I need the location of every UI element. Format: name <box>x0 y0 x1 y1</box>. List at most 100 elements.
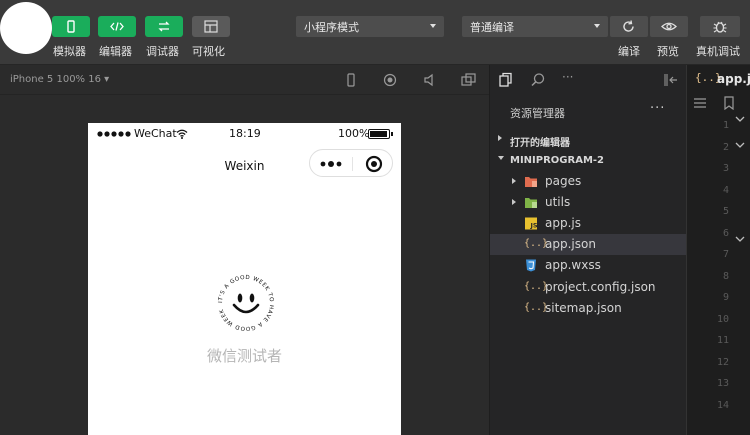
tree-item-project-config[interactable]: {..} project.config.json <box>490 277 687 298</box>
phone-icon[interactable] <box>345 73 357 87</box>
tree-item-app-js[interactable]: JS app.js <box>490 213 687 234</box>
compile-label: 编译 <box>618 45 640 58</box>
tree-item-utils[interactable]: utils <box>490 192 687 213</box>
tree-item-sitemap[interactable]: {..} sitemap.json <box>490 298 687 319</box>
more-menu-icon[interactable] <box>320 160 342 168</box>
signal-icon <box>97 131 131 137</box>
user-avatar[interactable] <box>0 2 52 54</box>
code-editor[interactable]: {..} app.json 1234567891011121314 <box>686 65 750 435</box>
folder-pages-icon <box>525 177 537 187</box>
js-file-icon: JS <box>525 217 538 230</box>
line-number: 12 <box>716 356 729 368</box>
project-section[interactable]: MINIPROGRAM-2 <box>490 151 687 171</box>
fold-chevron-icon[interactable] <box>735 115 745 123</box>
line-number: 4 <box>722 184 729 196</box>
debugger-label: 调试器 <box>146 45 179 58</box>
line-number: 1 <box>722 120 729 131</box>
carrier-name: WeChat <box>134 127 177 140</box>
code-icon <box>110 22 124 31</box>
chevron-right-icon <box>512 178 516 184</box>
chevron-right-icon <box>498 135 502 141</box>
preview-label: 预览 <box>657 45 679 58</box>
phone-screen[interactable]: WeChat 18:19 100% Weixin IT'S A GOOD WEE… <box>88 123 401 435</box>
line-number: 7 <box>722 249 729 260</box>
bug-icon <box>713 21 727 33</box>
explorer-title: 资源管理器 <box>510 107 565 120</box>
visual-toggle-button[interactable] <box>192 16 230 37</box>
tree-item-label: pages <box>545 174 582 188</box>
json-file-icon: {..} <box>524 238 549 249</box>
mode-select-value: 小程序模式 <box>304 21 359 34</box>
files-icon[interactable] <box>498 72 514 88</box>
capsule-menu <box>309 149 393 177</box>
explorer-activity-bar: ··· <box>490 65 687 95</box>
mode-select[interactable]: 小程序模式 <box>296 16 444 37</box>
line-number: 14 <box>716 399 729 411</box>
close-miniprogram-icon[interactable] <box>364 154 384 174</box>
fold-chevron-icon[interactable] <box>735 141 745 149</box>
list-icon[interactable] <box>693 97 707 109</box>
battery-percent: 100% <box>338 127 370 140</box>
debugger-toggle-button[interactable] <box>145 16 183 37</box>
tree-item-label: app.js <box>545 216 581 230</box>
device-select[interactable]: iPhone 5 100% 16 ▾ <box>10 74 109 85</box>
line-number: 6 <box>722 227 729 239</box>
record-icon[interactable] <box>383 73 397 87</box>
capsule-divider <box>352 157 353 171</box>
explorer-panel: ··· 资源管理器 ··· 打开的编辑器 MINIPROGRAM-2 pages <box>489 65 687 435</box>
battery-tip <box>391 132 393 136</box>
tree-item-label: project.config.json <box>545 280 656 294</box>
line-number: 9 <box>722 292 729 303</box>
phone-icon <box>67 20 75 33</box>
editor-tab-app-json[interactable]: {..} app.json <box>687 65 750 93</box>
line-number: 3 <box>722 163 729 174</box>
line-number: 8 <box>722 270 729 282</box>
status-bar: WeChat 18:19 100% <box>88 123 401 145</box>
visual-label: 可视化 <box>192 45 225 58</box>
editor-label: 编辑器 <box>99 45 132 58</box>
explorer-more-icon[interactable]: ··· <box>650 101 665 116</box>
battery-icon <box>368 129 390 139</box>
activity-more-icon[interactable]: ··· <box>562 70 573 84</box>
search-icon[interactable] <box>530 72 546 88</box>
user-nickname: 微信测试者 <box>206 347 282 365</box>
top-toolbar: 模拟器 编辑器 调试器 可视化 小程序模式 普通编译 编译 预览 真机调试 <box>0 0 750 65</box>
compile-button[interactable] <box>610 16 648 37</box>
wechat-devtools-window: 模拟器 编辑器 调试器 可视化 小程序模式 普通编译 编译 预览 真机调试 iP… <box>0 0 750 435</box>
simulator-label: 模拟器 <box>53 45 86 58</box>
json-file-icon: {..} <box>524 281 549 292</box>
folder-utils-icon <box>525 198 537 208</box>
preview-button[interactable] <box>650 16 688 37</box>
detach-window-icon[interactable] <box>461 73 477 87</box>
tree-item-label: app.json <box>545 237 596 251</box>
compile-select[interactable]: 普通编译 <box>462 16 608 37</box>
layout-icon <box>204 20 218 33</box>
line-number: 11 <box>716 335 729 346</box>
remote-debug-label: 真机调试 <box>696 45 740 58</box>
editor-toggle-button[interactable] <box>98 16 136 37</box>
chevron-right-icon <box>512 199 516 205</box>
status-time: 18:19 <box>229 127 261 140</box>
line-number: 13 <box>716 378 729 389</box>
tree-item-label: app.wxss <box>545 258 601 272</box>
compile-select-value: 普通编译 <box>470 21 514 34</box>
simulator-toggle-button[interactable] <box>52 16 90 37</box>
tree-item-app-wxss[interactable]: app.wxss <box>490 255 687 276</box>
chevron-down-icon <box>594 24 600 28</box>
open-editors-label: 打开的编辑器 <box>510 138 570 149</box>
wifi-icon <box>176 129 188 139</box>
tree-item-app-json[interactable]: {..} app.json <box>490 234 687 255</box>
chevron-down-icon <box>498 156 504 160</box>
eye-icon <box>661 22 677 31</box>
volume-icon[interactable] <box>423 73 437 87</box>
debug-icon <box>158 21 170 32</box>
remote-debug-button[interactable] <box>700 16 740 37</box>
line-number: 2 <box>722 141 729 153</box>
tree-item-label: sitemap.json <box>545 301 622 315</box>
open-editors-section[interactable]: 打开的编辑器 <box>490 130 687 150</box>
tree-item-pages[interactable]: pages <box>490 171 687 192</box>
tree-item-label: utils <box>545 195 571 209</box>
fold-chevron-icon[interactable] <box>735 235 745 243</box>
collapse-panel-icon[interactable] <box>663 73 679 87</box>
bookmark-icon[interactable] <box>723 96 735 110</box>
